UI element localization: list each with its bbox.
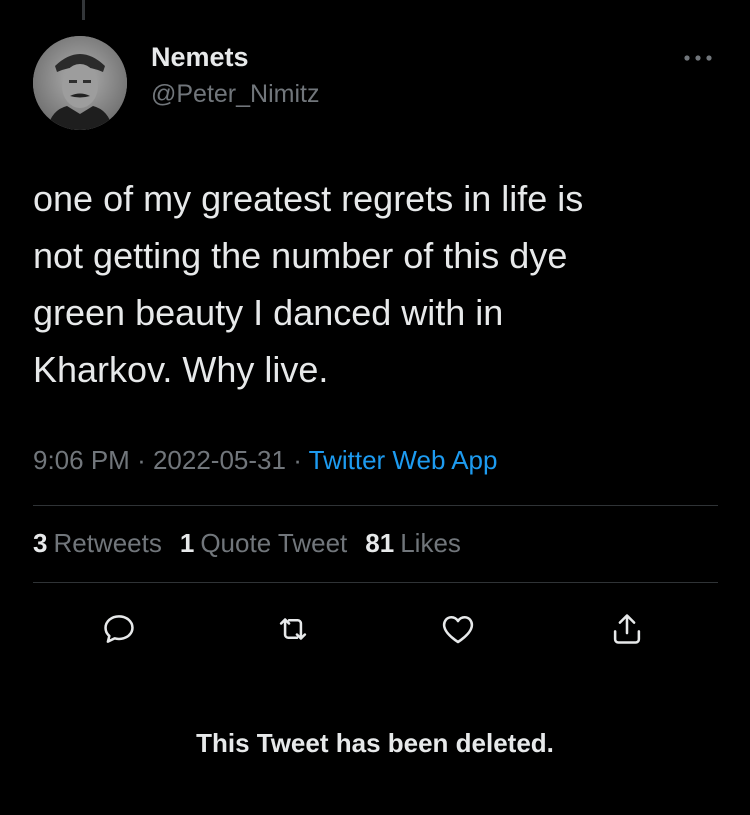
retweets-count: 3 [33, 528, 48, 558]
engagement-stats: 3 Retweets 1 Quote Tweet 81 Likes [33, 528, 461, 559]
deleted-tweet-notice: This Tweet has been deleted. [196, 728, 554, 758]
retweet-button[interactable] [268, 604, 318, 654]
tweet-text-line: green beauty I danced with in [33, 292, 504, 333]
meta-separator: · [137, 445, 146, 475]
likes-stat[interactable]: 81 Likes [365, 528, 461, 559]
tweet-text-line: not getting the number of this dye [33, 235, 568, 276]
retweet-arrows-icon [279, 618, 307, 640]
thread-connector-line [82, 0, 85, 20]
tweet-time[interactable]: 9:06 PM [33, 445, 130, 475]
divider [33, 582, 718, 583]
quote-tweets-count: 1 [179, 528, 195, 558]
share-button[interactable] [602, 604, 652, 654]
avatar[interactable] [33, 36, 127, 130]
tweet-text-line: one of my greatest regrets in life is [33, 178, 584, 219]
like-button[interactable] [433, 604, 483, 654]
retweets-label: Retweets [53, 528, 162, 558]
author-handle[interactable]: @Peter_Nimitz [151, 80, 319, 109]
author-display-name[interactable]: Nemets [151, 42, 249, 73]
speech-bubble-icon [104, 615, 134, 643]
tweet-text: one of my greatest regrets in life is no… [33, 170, 723, 398]
tweet-text-line: Kharkov. Why live. [33, 349, 329, 390]
tweet-source-link[interactable]: Twitter Web App [309, 445, 498, 475]
likes-count: 81 [365, 528, 395, 558]
retweets-stat[interactable]: 3 Retweets [33, 528, 162, 559]
meta-separator: · [293, 445, 302, 475]
quote-tweets-label: Quote Tweet [200, 528, 348, 558]
tweet-action-bar [0, 604, 750, 654]
quote-tweets-stat[interactable]: 1 Quote Tweet [180, 528, 347, 559]
divider [33, 505, 718, 506]
more-options-button[interactable] [680, 46, 716, 70]
tweet-date[interactable]: 2022-05-31 [153, 445, 286, 475]
heart-icon [442, 616, 474, 644]
more-dots-icon [684, 55, 712, 61]
likes-label: Likes [400, 528, 461, 558]
reply-button[interactable] [94, 604, 144, 654]
share-upload-icon [613, 614, 641, 644]
tweet-metadata: 9:06 PM · 2022-05-31 · Twitter Web App [33, 445, 497, 476]
portrait-photo-icon [33, 36, 127, 130]
